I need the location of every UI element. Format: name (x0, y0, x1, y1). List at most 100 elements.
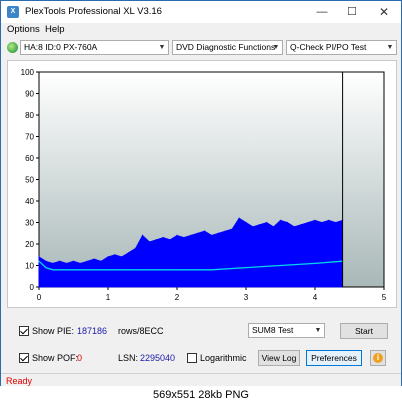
info-icon: i (373, 353, 383, 363)
pie-data-point (300, 224, 302, 226)
view-log-button[interactable]: View Log (258, 350, 300, 366)
pi-po-chart: 0 10 20 30 40 50 60 70 80 90 100 0 1 2 3 4 5 (21, 68, 387, 302)
y-tick-label: 70 (25, 133, 34, 142)
pie-data-point (45, 260, 47, 262)
pie-data-point (252, 226, 254, 228)
menu-options[interactable]: Options (7, 24, 40, 35)
pie-data-point (52, 262, 54, 264)
pie-data-point (259, 224, 261, 226)
pie-data-point (314, 219, 316, 221)
average-data-point (38, 260, 40, 262)
y-tick-label: 60 (25, 154, 34, 163)
sum8-test-select[interactable]: SUM8 Test ▼ (248, 323, 325, 338)
pie-data-point (114, 254, 116, 256)
logarithmic-checkbox[interactable] (187, 353, 197, 363)
pie-data-point (183, 236, 185, 239)
image-caption: 569x551 28kb PNG (0, 386, 402, 404)
pie-data-point (155, 239, 157, 241)
test-select-value: Q-Check PI/PO Test (290, 42, 367, 52)
average-data-point (176, 269, 178, 271)
average-data-point (107, 269, 109, 271)
pie-data-point (231, 228, 233, 230)
lsn-value: 2295040 (140, 353, 176, 363)
chevron-down-icon: ▼ (272, 44, 280, 51)
y-tick-label: 30 (25, 219, 34, 228)
pie-data-point (321, 221, 323, 224)
poe-value: 0 (77, 353, 83, 363)
graph-panel: 0 10 20 30 40 50 60 70 80 90 100 0 1 2 3 4 5 (7, 60, 397, 308)
pie-data-point (93, 258, 95, 260)
controls-panel: Show PIE: 187186 rows/8ECC Show POF: 0 L… (1, 319, 401, 369)
y-tick-label: 10 (25, 262, 34, 271)
pie-data-point (238, 217, 240, 219)
chevron-down-icon: ▼ (158, 44, 166, 51)
pie-data-point (59, 260, 61, 262)
status-text: Ready (6, 376, 33, 386)
y-tick-label: 80 (25, 111, 34, 120)
menu-bar: Options Help (1, 23, 401, 37)
average-data-point (314, 262, 316, 264)
test-select[interactable]: Q-Check PI/PO Test ▼ (286, 40, 397, 55)
y-tick-label: 0 (30, 283, 35, 292)
chevron-down-icon: ▼ (386, 44, 394, 51)
show-pie-checkbox[interactable] (19, 326, 29, 336)
average-data-point (73, 269, 74, 271)
toolbar: HA:8 ID:0 PX-760A ▼ DVD Diagnostic Funct… (1, 38, 401, 58)
pie-data-point (176, 234, 178, 236)
menu-help[interactable]: Help (45, 24, 65, 35)
y-tick-label: 90 (25, 90, 34, 99)
pie-data-point (162, 236, 164, 239)
logarithmic-label: Logarithmic (200, 353, 247, 363)
pie-value: 187186 (77, 326, 108, 336)
pie-data-point (141, 234, 144, 236)
lsn-label: LSN: (118, 353, 139, 363)
plextools-app-icon: X (7, 6, 19, 18)
pie-data-point (197, 232, 199, 234)
pie-data-point (204, 230, 206, 232)
title-bar[interactable]: X PlexTools Professional XL V3.16 — ☐ ✕ (1, 1, 401, 23)
pie-data-point (86, 260, 88, 262)
x-tick-label: 3 (244, 293, 249, 302)
average-data-point (211, 269, 212, 271)
close-button[interactable]: ✕ (369, 3, 399, 21)
pie-data-point (245, 221, 247, 224)
pie-data-point (72, 260, 75, 262)
pie-data-point (210, 234, 213, 236)
preferences-button[interactable]: Preferences (306, 350, 362, 366)
function-select-value: DVD Diagnostic Functions (176, 42, 276, 52)
app-window: X PlexTools Professional XL V3.16 — ☐ ✕ … (0, 0, 402, 387)
window-title: PlexTools Professional XL V3.16 (25, 6, 162, 17)
average-data-point (245, 267, 247, 269)
drive-select[interactable]: HA:8 ID:0 PX-760A ▼ (20, 40, 169, 55)
chevron-down-icon: ▼ (314, 327, 322, 334)
average-data-point (142, 269, 143, 271)
pie-data-point (293, 226, 295, 228)
x-tick-label: 0 (37, 293, 42, 302)
pie-data-point (100, 260, 102, 262)
y-tick-label: 20 (25, 240, 34, 249)
info-button[interactable]: i (370, 350, 386, 366)
average-data-point (45, 267, 47, 269)
x-tick-label: 1 (106, 293, 111, 302)
pie-data-point (224, 230, 226, 232)
pie-data-point (38, 256, 40, 258)
x-tick-label: 5 (382, 293, 387, 302)
show-pie-label: Show PIE: (32, 326, 75, 336)
average-data-point (280, 265, 281, 266)
pie-data-point (335, 221, 337, 224)
x-tick-label: 2 (175, 293, 180, 302)
pie-data-point (217, 232, 219, 234)
status-bar: Ready (1, 373, 401, 387)
average-data-point (52, 269, 54, 271)
minimize-button[interactable]: — (307, 3, 337, 21)
show-poe-checkbox[interactable] (19, 353, 29, 363)
pie-data-point (107, 256, 109, 258)
pie-data-point (328, 219, 330, 221)
pie-data-point (135, 247, 137, 249)
pie-data-point (286, 221, 288, 224)
start-button[interactable]: Start (340, 323, 388, 339)
pie-data-point (169, 239, 171, 241)
drive-select-value: HA:8 ID:0 PX-760A (24, 42, 98, 52)
function-select[interactable]: DVD Diagnostic Functions ▼ (172, 40, 283, 55)
maximize-button[interactable]: ☐ (337, 3, 367, 21)
